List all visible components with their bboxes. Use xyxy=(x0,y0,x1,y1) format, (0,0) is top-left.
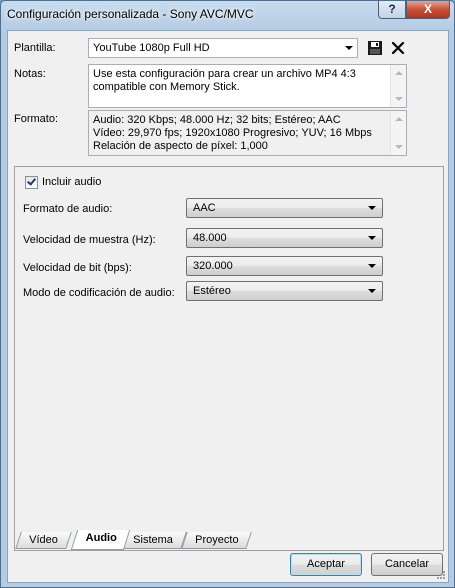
floppy-disk-icon xyxy=(368,41,382,55)
checkmark-icon xyxy=(27,176,36,186)
tab-video[interactable]: Vídeo xyxy=(15,532,72,549)
tab-strip: Vídeo Sistema Proyecto Audio xyxy=(14,530,444,550)
audio-settings-panel: Incluir audio Formato de audio: AAC Velo… xyxy=(14,166,444,551)
sample-rate-label: Velocidad de muestra (Hz): xyxy=(23,234,156,246)
format-line: Relación de aspecto de píxel: 1,000 xyxy=(93,140,268,152)
chevron-down-icon xyxy=(368,264,376,268)
tab-video-label: Vídeo xyxy=(29,534,58,546)
bit-rate-value: 320.000 xyxy=(193,260,233,272)
sample-rate-dropdown[interactable]: 48.000 xyxy=(186,228,383,248)
resize-grip-icon[interactable] xyxy=(436,570,446,580)
audio-format-label: Formato de audio: xyxy=(23,203,113,215)
scroll-up-icon[interactable] xyxy=(395,71,403,75)
format-line: Audio: 320 Kbps; 48.000 Hz; 32 bits; Est… xyxy=(93,114,341,126)
chevron-down-icon xyxy=(345,46,353,50)
format-textarea[interactable]: Audio: 320 Kbps; 48.000 Hz; 32 bits; Est… xyxy=(88,110,407,156)
dialog-window: Configuración personalizada - Sony AVC/M… xyxy=(0,0,455,588)
scroll-down-icon[interactable] xyxy=(395,145,403,149)
notes-scrollbar[interactable] xyxy=(390,65,406,107)
include-audio-checkbox[interactable] xyxy=(25,176,38,189)
notes-line: Use esta configuración para crear un arc… xyxy=(93,68,356,80)
template-value: YouTube 1080p Full HD xyxy=(93,42,210,54)
title-bar[interactable]: Configuración personalizada - Sony AVC/M… xyxy=(1,1,454,27)
notes-textarea[interactable]: Use esta configuración para crear un arc… xyxy=(88,64,407,108)
template-label: Plantilla: xyxy=(14,42,56,54)
accept-button[interactable]: Aceptar xyxy=(290,553,362,576)
notes-line: compatible con Memory Stick. xyxy=(93,81,240,93)
tab-audio-label: Audio xyxy=(85,532,117,544)
scroll-down-icon[interactable] xyxy=(395,97,403,101)
bit-rate-label: Velocidad de bit (bps): xyxy=(23,262,132,274)
format-label: Formato: xyxy=(14,113,59,125)
tab-system[interactable]: Sistema xyxy=(119,532,187,549)
include-audio-label[interactable]: Incluir audio xyxy=(42,176,101,188)
encoding-mode-value: Estéreo xyxy=(193,285,231,297)
chevron-down-icon xyxy=(368,206,376,210)
audio-format-value: AAC xyxy=(193,202,216,214)
audio-format-dropdown[interactable]: AAC xyxy=(186,198,383,218)
help-button[interactable]: ? xyxy=(378,1,406,19)
template-combo[interactable]: YouTube 1080p Full HD xyxy=(88,38,358,58)
scroll-up-icon[interactable] xyxy=(395,117,403,121)
close-button[interactable]: X xyxy=(406,1,450,19)
save-template-button[interactable] xyxy=(367,40,383,56)
bit-rate-dropdown[interactable]: 320.000 xyxy=(186,256,383,276)
tab-system-label: Sistema xyxy=(133,534,173,546)
encoding-mode-label: Modo de codificación de audio: xyxy=(23,287,175,299)
delete-x-icon xyxy=(391,41,405,55)
cancel-button[interactable]: Cancelar xyxy=(371,553,443,576)
window-title: Configuración personalizada - Sony AVC/M… xyxy=(7,7,254,21)
dialog-client-area: Plantilla: YouTube 1080p Full HD Notas: … xyxy=(7,30,449,583)
sample-rate-value: 48.000 xyxy=(193,232,227,244)
notes-label: Notas: xyxy=(14,68,46,80)
tab-project[interactable]: Proyecto xyxy=(181,532,253,549)
chevron-down-icon xyxy=(368,289,376,293)
format-scrollbar[interactable] xyxy=(390,111,406,155)
encoding-mode-dropdown[interactable]: Estéreo xyxy=(186,281,383,301)
format-line: Vídeo: 29,970 fps; 1920x1080 Progresivo;… xyxy=(93,127,372,139)
chevron-down-icon xyxy=(368,236,376,240)
tab-audio[interactable]: Audio xyxy=(70,530,131,550)
tab-project-label: Proyecto xyxy=(195,534,239,546)
delete-template-button[interactable] xyxy=(390,40,406,56)
